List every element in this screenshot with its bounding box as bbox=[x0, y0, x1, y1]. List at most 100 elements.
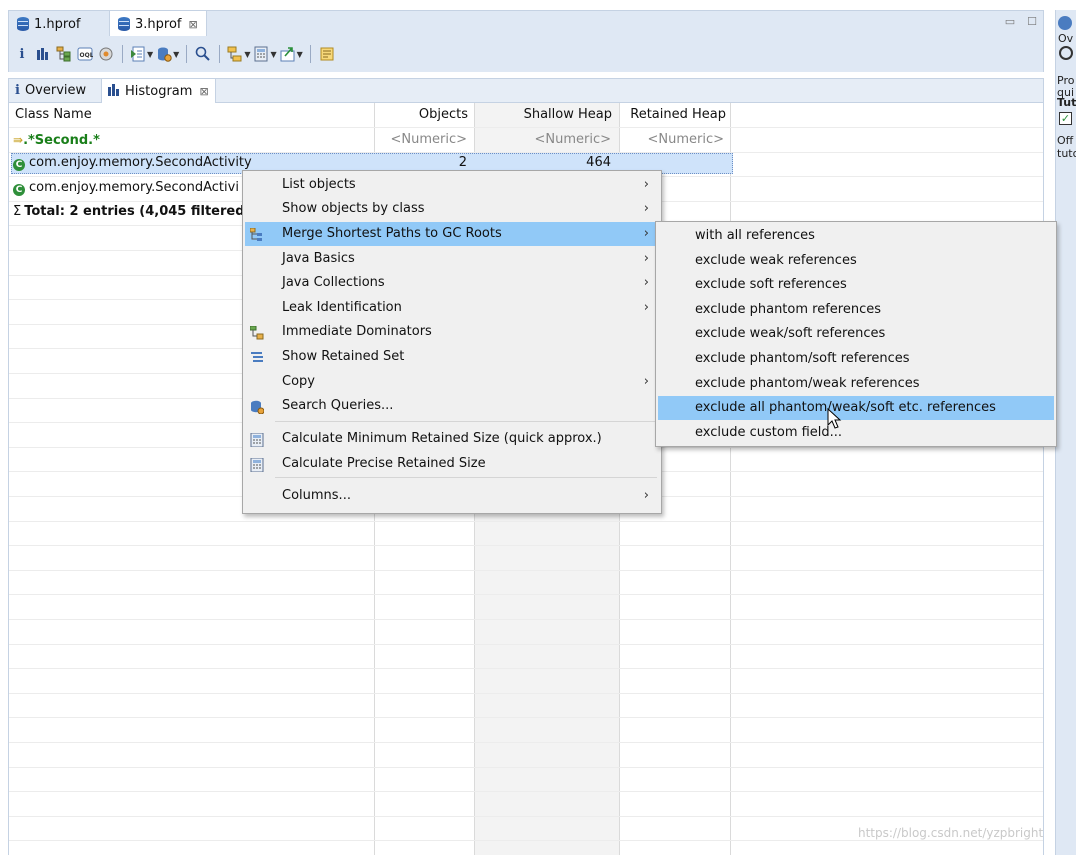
calculator-icon bbox=[250, 457, 264, 473]
info-icon[interactable]: i bbox=[13, 43, 31, 65]
table-row-class-name[interactable]: Ccom.enjoy.memory.SecondActivi bbox=[13, 176, 245, 200]
submenu-item-exclude-weak-references[interactable]: exclude weak references bbox=[658, 249, 1054, 273]
cheat-sheet-panel: Ov Pro qui Tut ✓ Off tuto bbox=[1055, 10, 1076, 855]
context-menu-item-calculate-minimum-retained-size-quick-approx[interactable]: Calculate Minimum Retained Size (quick a… bbox=[245, 427, 659, 451]
menu-separator bbox=[275, 477, 657, 478]
context-menu-item-calculate-precise-retained-size[interactable]: Calculate Precise Retained Size bbox=[245, 452, 659, 476]
mouse-cursor-icon bbox=[827, 408, 842, 429]
objects-filter-input[interactable]: <Numeric> bbox=[375, 128, 467, 152]
toolbar-separator bbox=[219, 45, 221, 63]
submenu-arrow-icon: › bbox=[643, 226, 649, 241]
submenu-arrow-icon: › bbox=[643, 488, 649, 503]
submenu-item-exclude-soft-references[interactable]: exclude soft references bbox=[658, 273, 1054, 297]
row-line bbox=[9, 545, 1043, 546]
menu-item-label: Java Basics bbox=[282, 251, 355, 266]
maximize-icon[interactable]: ☐ bbox=[1027, 15, 1037, 28]
filter-icon: ⇛ bbox=[13, 133, 24, 147]
header-shallow-heap[interactable]: Shallow Heap bbox=[475, 103, 612, 127]
toolbar-separator bbox=[122, 45, 123, 63]
oql-icon[interactable]: OQL bbox=[76, 43, 94, 65]
menu-item-label: Show objects by class bbox=[282, 201, 425, 216]
panel-checkbox-icon[interactable]: ✓ bbox=[1059, 112, 1072, 125]
dropdown-arrow-icon[interactable]: ▼ bbox=[244, 50, 250, 59]
tab-histogram[interactable]: Histogram ⊠ bbox=[101, 78, 216, 104]
dropdown-arrow-icon[interactable]: ▼ bbox=[297, 50, 303, 59]
header-objects[interactable]: Objects bbox=[375, 103, 468, 127]
panel-text: Off bbox=[1057, 134, 1074, 147]
shallow-filter-input[interactable]: <Numeric> bbox=[475, 128, 611, 152]
menu-item-label: Calculate Precise Retained Size bbox=[282, 456, 486, 471]
histogram-icon bbox=[108, 83, 120, 100]
submenu-arrow-icon: › bbox=[643, 300, 649, 315]
submenu-arrow-icon: › bbox=[643, 251, 649, 266]
tab-overview-label: Overview bbox=[24, 83, 87, 98]
context-menu-item-java-collections[interactable]: Java Collections › bbox=[245, 271, 659, 295]
query-browser-icon[interactable]: ▼ bbox=[156, 43, 179, 65]
context-menu-item-copy[interactable]: Copy › bbox=[245, 370, 659, 394]
submenu-item-exclude-phantom-soft-references[interactable]: exclude phantom/soft references bbox=[658, 347, 1054, 371]
minimize-icon[interactable]: ▭ bbox=[1005, 15, 1015, 28]
class-icon: C bbox=[13, 159, 25, 171]
retained-set-icon bbox=[250, 350, 264, 364]
context-menu-item-show-objects-by-class[interactable]: Show objects by class › bbox=[245, 197, 659, 221]
paths-icon bbox=[249, 227, 264, 241]
watermark: https://blog.csdn.net/yzpbright bbox=[858, 826, 1044, 840]
total-label: Total: 2 entries (4,045 filtered) bbox=[24, 204, 245, 219]
editor-tab-label: 3.hprof bbox=[135, 16, 182, 32]
window-controls: ▭ ☐ bbox=[1005, 15, 1037, 28]
header-retained-heap[interactable]: Retained Heap bbox=[620, 103, 726, 127]
row-line bbox=[9, 717, 1043, 718]
context-menu-item-merge-shortest-paths-to-gc-roots[interactable]: Merge Shortest Paths to GC Roots › bbox=[245, 222, 659, 246]
submenu-item-exclude-phantom-references[interactable]: exclude phantom references bbox=[658, 298, 1054, 322]
toolbar-separator bbox=[186, 45, 188, 63]
dominator-tree-icon[interactable] bbox=[55, 43, 73, 65]
calculator-icon[interactable]: ▼ bbox=[253, 43, 277, 65]
context-menu-item-java-basics[interactable]: Java Basics › bbox=[245, 247, 659, 271]
row-line bbox=[9, 742, 1043, 743]
context-menu-item-leak-identification[interactable]: Leak Identification › bbox=[245, 296, 659, 320]
retained-filter-input[interactable]: <Numeric> bbox=[620, 128, 724, 152]
submenu-item-exclude-phantom-weak-references[interactable]: exclude phantom/weak references bbox=[658, 372, 1054, 396]
leak-suspects-icon[interactable] bbox=[318, 43, 336, 65]
export-icon[interactable]: ▼ bbox=[280, 43, 303, 65]
row-line bbox=[9, 816, 1043, 817]
cheat-sheet-icon[interactable] bbox=[1058, 16, 1072, 30]
regex-filter-cell[interactable]: ⇛.*Second.* bbox=[13, 128, 100, 152]
editor-tab-label: 1.hprof bbox=[34, 16, 81, 32]
dropdown-arrow-icon[interactable]: ▼ bbox=[147, 50, 153, 59]
submenu-item-with-all-references[interactable]: with all references bbox=[658, 224, 1054, 248]
context-menu-item-search-queries[interactable]: Search Queries... bbox=[245, 394, 659, 418]
submenu-arrow-icon: › bbox=[643, 201, 649, 216]
editor-tab-1hprof[interactable]: 1.hprof bbox=[9, 11, 88, 37]
group-by-icon[interactable]: ▼ bbox=[227, 43, 250, 65]
editor-tab-3hprof[interactable]: 3.hprof ⊠ bbox=[109, 11, 207, 37]
thread-overview-icon[interactable] bbox=[97, 43, 115, 65]
row-line bbox=[9, 594, 1043, 595]
total-row: Σ Total: 2 entries (4,045 filtered) bbox=[13, 200, 245, 224]
table-row-class-name[interactable]: Ccom.enjoy.memory.SecondActivity bbox=[13, 151, 252, 175]
context-menu-item-show-retained-set[interactable]: Show Retained Set bbox=[245, 345, 659, 369]
context-menu-item-list-objects[interactable]: List objects › bbox=[245, 173, 659, 197]
dropdown-arrow-icon[interactable]: ▼ bbox=[270, 50, 276, 59]
close-tab-icon[interactable]: ⊠ bbox=[188, 18, 197, 31]
find-object-icon[interactable] bbox=[194, 43, 212, 65]
context-menu-item-columns[interactable]: Columns... › bbox=[245, 484, 659, 508]
menu-item-label: Calculate Minimum Retained Size (quick a… bbox=[282, 431, 602, 446]
regex-filter-value: .*Second.* bbox=[23, 133, 100, 148]
submenu-item-exclude-custom-field[interactable]: exclude custom field... bbox=[658, 421, 1054, 445]
tab-overview[interactable]: i Overview bbox=[9, 78, 92, 103]
inner-tab-bar: i Overview Histogram ⊠ bbox=[8, 78, 1044, 104]
submenu-item-exclude-all-phantom-weak-soft-etc-references[interactable]: exclude all phantom/weak/soft etc. refer… bbox=[658, 396, 1054, 421]
header-class-name[interactable]: Class Name bbox=[15, 103, 92, 127]
row-line bbox=[9, 644, 1043, 645]
context-menu-item-immediate-dominators[interactable]: Immediate Dominators bbox=[245, 320, 659, 344]
dropdown-arrow-icon[interactable]: ▼ bbox=[173, 50, 179, 59]
menu-item-label: Columns... bbox=[282, 488, 351, 503]
histogram-icon[interactable] bbox=[34, 43, 52, 65]
close-tab-icon[interactable]: ⊠ bbox=[199, 85, 208, 98]
row-line bbox=[9, 570, 1043, 571]
submenu-item-exclude-weak-soft-references[interactable]: exclude weak/soft references bbox=[658, 322, 1054, 346]
info-icon: i bbox=[15, 83, 20, 98]
panel-text: Ov bbox=[1058, 32, 1074, 45]
run-report-icon[interactable]: ▼ bbox=[130, 43, 153, 65]
